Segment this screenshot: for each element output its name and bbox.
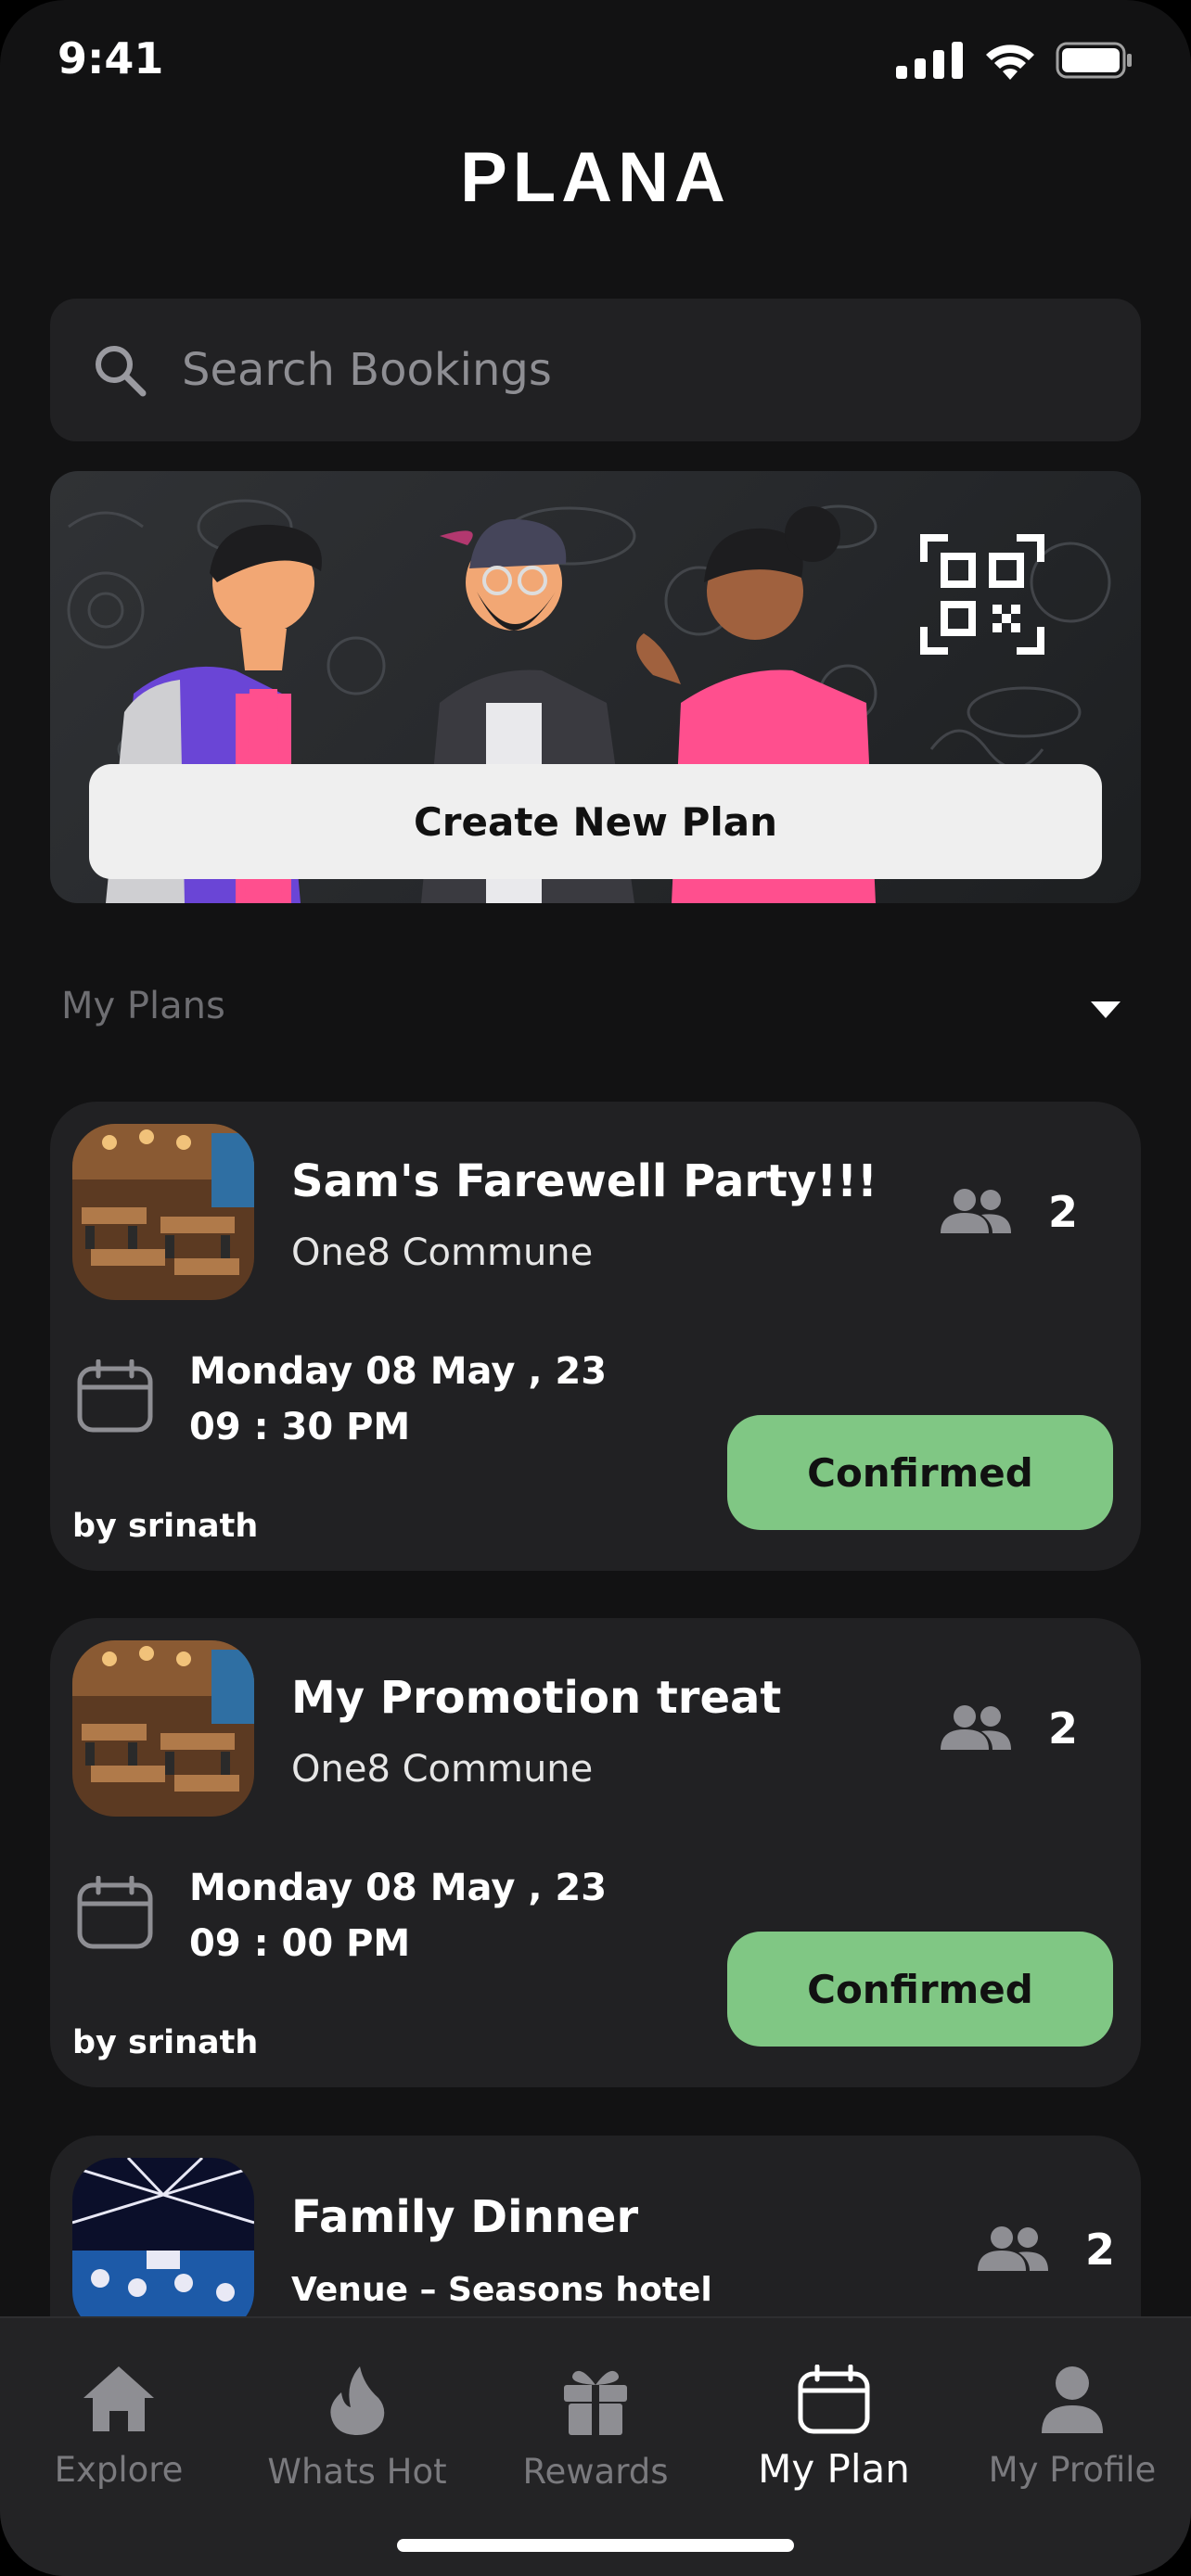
calendar-icon bbox=[77, 1876, 153, 1949]
signal-icon bbox=[896, 42, 963, 79]
home-icon bbox=[83, 2366, 154, 2431]
plan-organizer: by srinath bbox=[72, 1508, 259, 1545]
people-count: 2 bbox=[1085, 2225, 1116, 2275]
plan-time: 09 : 30 PM bbox=[189, 1406, 411, 1448]
chevron-down-icon[interactable] bbox=[1089, 998, 1122, 1020]
create-plan-banner: Create New Plan bbox=[50, 471, 1141, 903]
people-icon bbox=[941, 1705, 1011, 1750]
plan-time: 09 : 00 PM bbox=[189, 1922, 411, 1965]
plan-venue: One8 Commune bbox=[291, 1748, 594, 1791]
tab-explore[interactable]: Explore bbox=[0, 2318, 237, 2522]
tab-my-plan[interactable]: My Plan bbox=[715, 2318, 953, 2522]
flame-icon bbox=[330, 2366, 385, 2435]
tab-label: Rewards bbox=[522, 2452, 669, 2492]
bottom-tab-bar: Explore Whats Hot Rewards My Plan My Pro… bbox=[0, 2316, 1191, 2576]
confirmed-status-button[interactable]: Confirmed bbox=[727, 1415, 1113, 1530]
people-count: 2 bbox=[1048, 1703, 1079, 1753]
people-icon bbox=[941, 1189, 1011, 1233]
app-logo: PLANA bbox=[460, 138, 731, 217]
plan-card[interactable]: My Promotion treat One8 Commune 2 Monday… bbox=[50, 1618, 1141, 2087]
tab-label: Explore bbox=[54, 2450, 184, 2490]
plan-card[interactable]: Sam's Farewell Party!!! One8 Commune 2 M… bbox=[50, 1102, 1141, 1571]
status-time: 9:41 bbox=[58, 33, 164, 83]
app-screen: 9:41 PLANA Search Bookings Create New Pl… bbox=[0, 0, 1191, 2576]
venue-thumbnail bbox=[72, 1640, 254, 1817]
my-plans-heading: My Plans bbox=[61, 985, 225, 1027]
people-count: 2 bbox=[1048, 1187, 1079, 1237]
search-icon bbox=[96, 346, 147, 397]
confirmed-status-button[interactable]: Confirmed bbox=[727, 1932, 1113, 2047]
create-new-plan-button[interactable]: Create New Plan bbox=[89, 764, 1102, 879]
person-icon bbox=[1042, 2366, 1103, 2433]
tab-label: My Profile bbox=[988, 2450, 1157, 2490]
wifi-icon bbox=[986, 45, 1034, 80]
venue-thumbnail bbox=[72, 1124, 254, 1300]
plan-title: Family Dinner bbox=[291, 2191, 639, 2243]
gift-icon bbox=[564, 2370, 627, 2435]
home-indicator[interactable] bbox=[397, 2539, 794, 2552]
people-icon bbox=[978, 2226, 1048, 2271]
search-input[interactable] bbox=[182, 344, 1017, 396]
plan-venue: One8 Commune bbox=[291, 1231, 594, 1274]
plan-venue: Venue – Seasons hotel bbox=[291, 2271, 712, 2309]
plan-organizer: by srinath bbox=[72, 2024, 259, 2061]
qr-code-icon[interactable] bbox=[920, 534, 1044, 655]
plan-title: My Promotion treat bbox=[291, 1672, 782, 1724]
calendar-icon bbox=[77, 1359, 153, 1433]
plan-title: Sam's Farewell Party!!! bbox=[291, 1155, 877, 1207]
status-icons bbox=[896, 41, 1133, 80]
calendar-icon bbox=[798, 2365, 870, 2434]
search-bar[interactable] bbox=[50, 299, 1141, 441]
tab-label: My Plan bbox=[758, 2446, 910, 2492]
plan-date: Monday 08 May , 23 bbox=[189, 1350, 608, 1393]
tab-label: Whats Hot bbox=[267, 2452, 447, 2492]
battery-icon bbox=[1056, 42, 1132, 79]
tab-whats-hot[interactable]: Whats Hot bbox=[238, 2318, 476, 2522]
tab-rewards[interactable]: Rewards bbox=[477, 2318, 714, 2522]
tab-my-profile[interactable]: My Profile bbox=[954, 2318, 1191, 2522]
venue-thumbnail bbox=[72, 2158, 254, 2334]
plan-date: Monday 08 May , 23 bbox=[189, 1867, 608, 1909]
